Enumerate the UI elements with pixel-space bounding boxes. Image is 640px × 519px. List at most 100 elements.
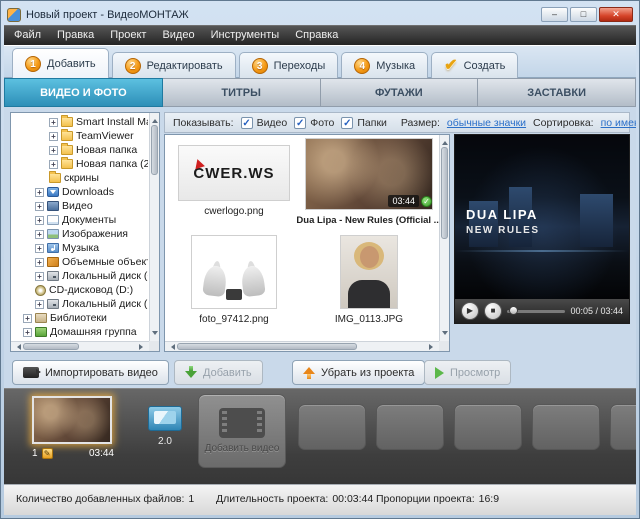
file-item-foto[interactable]: foto_97412.png	[173, 235, 295, 325]
empty-timeline-slot[interactable]	[532, 404, 600, 450]
seek-thumb[interactable]	[509, 306, 518, 315]
scroll-right-icon[interactable]	[429, 344, 436, 350]
expand-icon[interactable]: +	[35, 272, 44, 281]
grid-vertical-scrollbar[interactable]	[439, 135, 449, 341]
expand-icon[interactable]: +	[35, 230, 44, 239]
checkbox-photo[interactable]: ✓Фото	[294, 117, 334, 129]
scrollbar-thumb[interactable]	[151, 125, 158, 175]
transition-item[interactable]: 2.0	[146, 406, 184, 447]
size-link[interactable]: обычные значки	[447, 117, 526, 129]
menu-edit[interactable]: Правка	[49, 25, 102, 45]
play-button[interactable]: ▶	[461, 302, 479, 320]
expand-icon[interactable]: +	[23, 314, 32, 323]
seek-slider[interactable]	[507, 305, 565, 317]
menu-file[interactable]: Файл	[6, 25, 49, 45]
expand-icon[interactable]: +	[23, 328, 32, 337]
scrollbar-thumb[interactable]	[441, 147, 448, 239]
empty-timeline-slot[interactable]	[454, 404, 522, 450]
menu-help[interactable]: Справка	[287, 25, 346, 45]
stop-button[interactable]: ■	[484, 302, 502, 320]
expand-icon[interactable]: +	[49, 160, 58, 169]
tree-item[interactable]: +Изображения	[13, 227, 148, 241]
tree-item[interactable]: Панель управления	[13, 339, 148, 340]
status-value: 00:03:44	[332, 493, 373, 505]
expand-icon[interactable]: +	[35, 188, 44, 197]
tree-item[interactable]: +TeamViewer	[13, 129, 148, 143]
sort-link[interactable]: по имени	[601, 117, 636, 129]
step-transitions[interactable]: 3 Переходы	[239, 52, 339, 78]
tree-item[interactable]: +Локальный диск (C:)	[13, 269, 148, 283]
file-item-dua-lipa-video[interactable]: 03:44 ✓ Dua Lipa - New Rules (Official .…	[299, 138, 439, 226]
add-video-tile[interactable]: Добавить видео	[198, 394, 286, 468]
step-edit[interactable]: 2 Редактировать	[112, 52, 236, 78]
scrollbar-thumb[interactable]	[177, 343, 357, 350]
menu-video[interactable]: Видео	[154, 25, 202, 45]
tab-video-photo[interactable]: ВИДЕО И ФОТО	[4, 78, 163, 107]
maximize-button[interactable]: □	[570, 7, 597, 22]
tree-vertical-scrollbar[interactable]	[149, 113, 159, 341]
step-music[interactable]: 4 Музыка	[341, 52, 428, 78]
expand-icon[interactable]: +	[35, 244, 44, 253]
tree-item[interactable]: +Новая папка	[13, 143, 148, 157]
scroll-left-icon[interactable]	[14, 344, 21, 350]
tree-item[interactable]: +Локальный диск (F:)	[13, 297, 148, 311]
file-item-img[interactable]: IMG_0113.JPG	[299, 235, 439, 325]
empty-timeline-slot[interactable]	[610, 404, 636, 450]
tree-item[interactable]: +Музыка	[13, 241, 148, 255]
add-button[interactable]: Добавить	[174, 360, 263, 385]
checkbox-video[interactable]: ✓Видео	[241, 117, 288, 129]
expand-icon[interactable]: +	[49, 118, 58, 127]
tree-item[interactable]: +Smart Install Maker	[13, 115, 148, 129]
checkbox-folders[interactable]: ✓Папки	[341, 117, 387, 129]
thumbnail-figure	[240, 265, 265, 297]
edit-pencil-icon[interactable]: ✎	[42, 448, 53, 459]
scroll-down-icon[interactable]	[152, 331, 158, 338]
tree-item[interactable]: +Новая папка (2)	[13, 157, 148, 171]
import-video-button[interactable]: Импортировать видео	[12, 360, 169, 385]
tab-footage[interactable]: ФУТАЖИ	[321, 78, 479, 107]
clip-thumbnail[interactable]	[32, 396, 112, 444]
scrollbar-thumb[interactable]	[23, 343, 79, 350]
scroll-up-icon[interactable]	[152, 116, 158, 123]
expand-icon[interactable]: +	[35, 202, 44, 211]
file-item-cwerlogo[interactable]: CWER.WS cwerlogo.png	[173, 145, 295, 217]
menu-project[interactable]: Проект	[102, 25, 154, 45]
tree-item[interactable]: +Библиотеки	[13, 311, 148, 325]
scroll-up-icon[interactable]	[442, 138, 448, 145]
step-create[interactable]: ✔ Создать	[431, 52, 518, 78]
empty-timeline-slot[interactable]	[298, 404, 366, 450]
window-controls: – □ ✕	[541, 7, 633, 22]
close-button[interactable]: ✕	[599, 7, 633, 22]
preview-button[interactable]: Просмотр	[424, 360, 511, 385]
tree-horizontal-scrollbar[interactable]	[11, 341, 149, 351]
expand-icon[interactable]: +	[49, 146, 58, 155]
scroll-left-icon[interactable]	[168, 344, 175, 350]
empty-timeline-slot[interactable]	[376, 404, 444, 450]
scroll-right-icon[interactable]	[139, 344, 146, 350]
remove-from-project-button[interactable]: Убрать из проекта	[292, 360, 425, 385]
tree-item[interactable]: +Видео	[13, 199, 148, 213]
tree-item[interactable]: +Документы	[13, 213, 148, 227]
tree-item[interactable]: скрины	[13, 171, 148, 185]
tree-item[interactable]: +Downloads	[13, 185, 148, 199]
tab-titles[interactable]: ТИТРЫ	[163, 78, 321, 107]
menu-tools[interactable]: Инструменты	[203, 25, 288, 45]
minimize-button[interactable]: –	[541, 7, 568, 22]
timeline-clip-1[interactable]: 1 ✎ 03:44	[32, 396, 114, 459]
tab-intros[interactable]: ЗАСТАВКИ	[478, 78, 636, 107]
tree-item[interactable]: CD-дисковод (D:)	[13, 283, 148, 297]
grid-horizontal-scrollbar[interactable]	[165, 341, 439, 351]
window-title: Новый проект - ВидеоМОНТАЖ	[26, 9, 189, 21]
expand-icon[interactable]: +	[35, 300, 44, 309]
app-window: Новый проект - ВидеоМОНТАЖ – □ ✕ Файл Пр…	[0, 0, 640, 519]
step-add[interactable]: 1 Добавить	[12, 48, 109, 78]
transition-icon[interactable]	[148, 406, 182, 431]
expand-icon[interactable]: +	[35, 258, 44, 267]
tree-item[interactable]: +Объемные объекты	[13, 255, 148, 269]
tree-item[interactable]: +Домашняя группа	[13, 325, 148, 339]
expand-icon[interactable]: +	[49, 132, 58, 141]
filter-bar: Показывать: ✓Видео ✓Фото ✓Папки Размер: …	[164, 112, 630, 133]
expand-icon[interactable]: +	[35, 216, 44, 225]
preview-frame[interactable]: DUA LIPA NEW RULES	[455, 135, 629, 299]
scroll-down-icon[interactable]	[442, 331, 448, 338]
